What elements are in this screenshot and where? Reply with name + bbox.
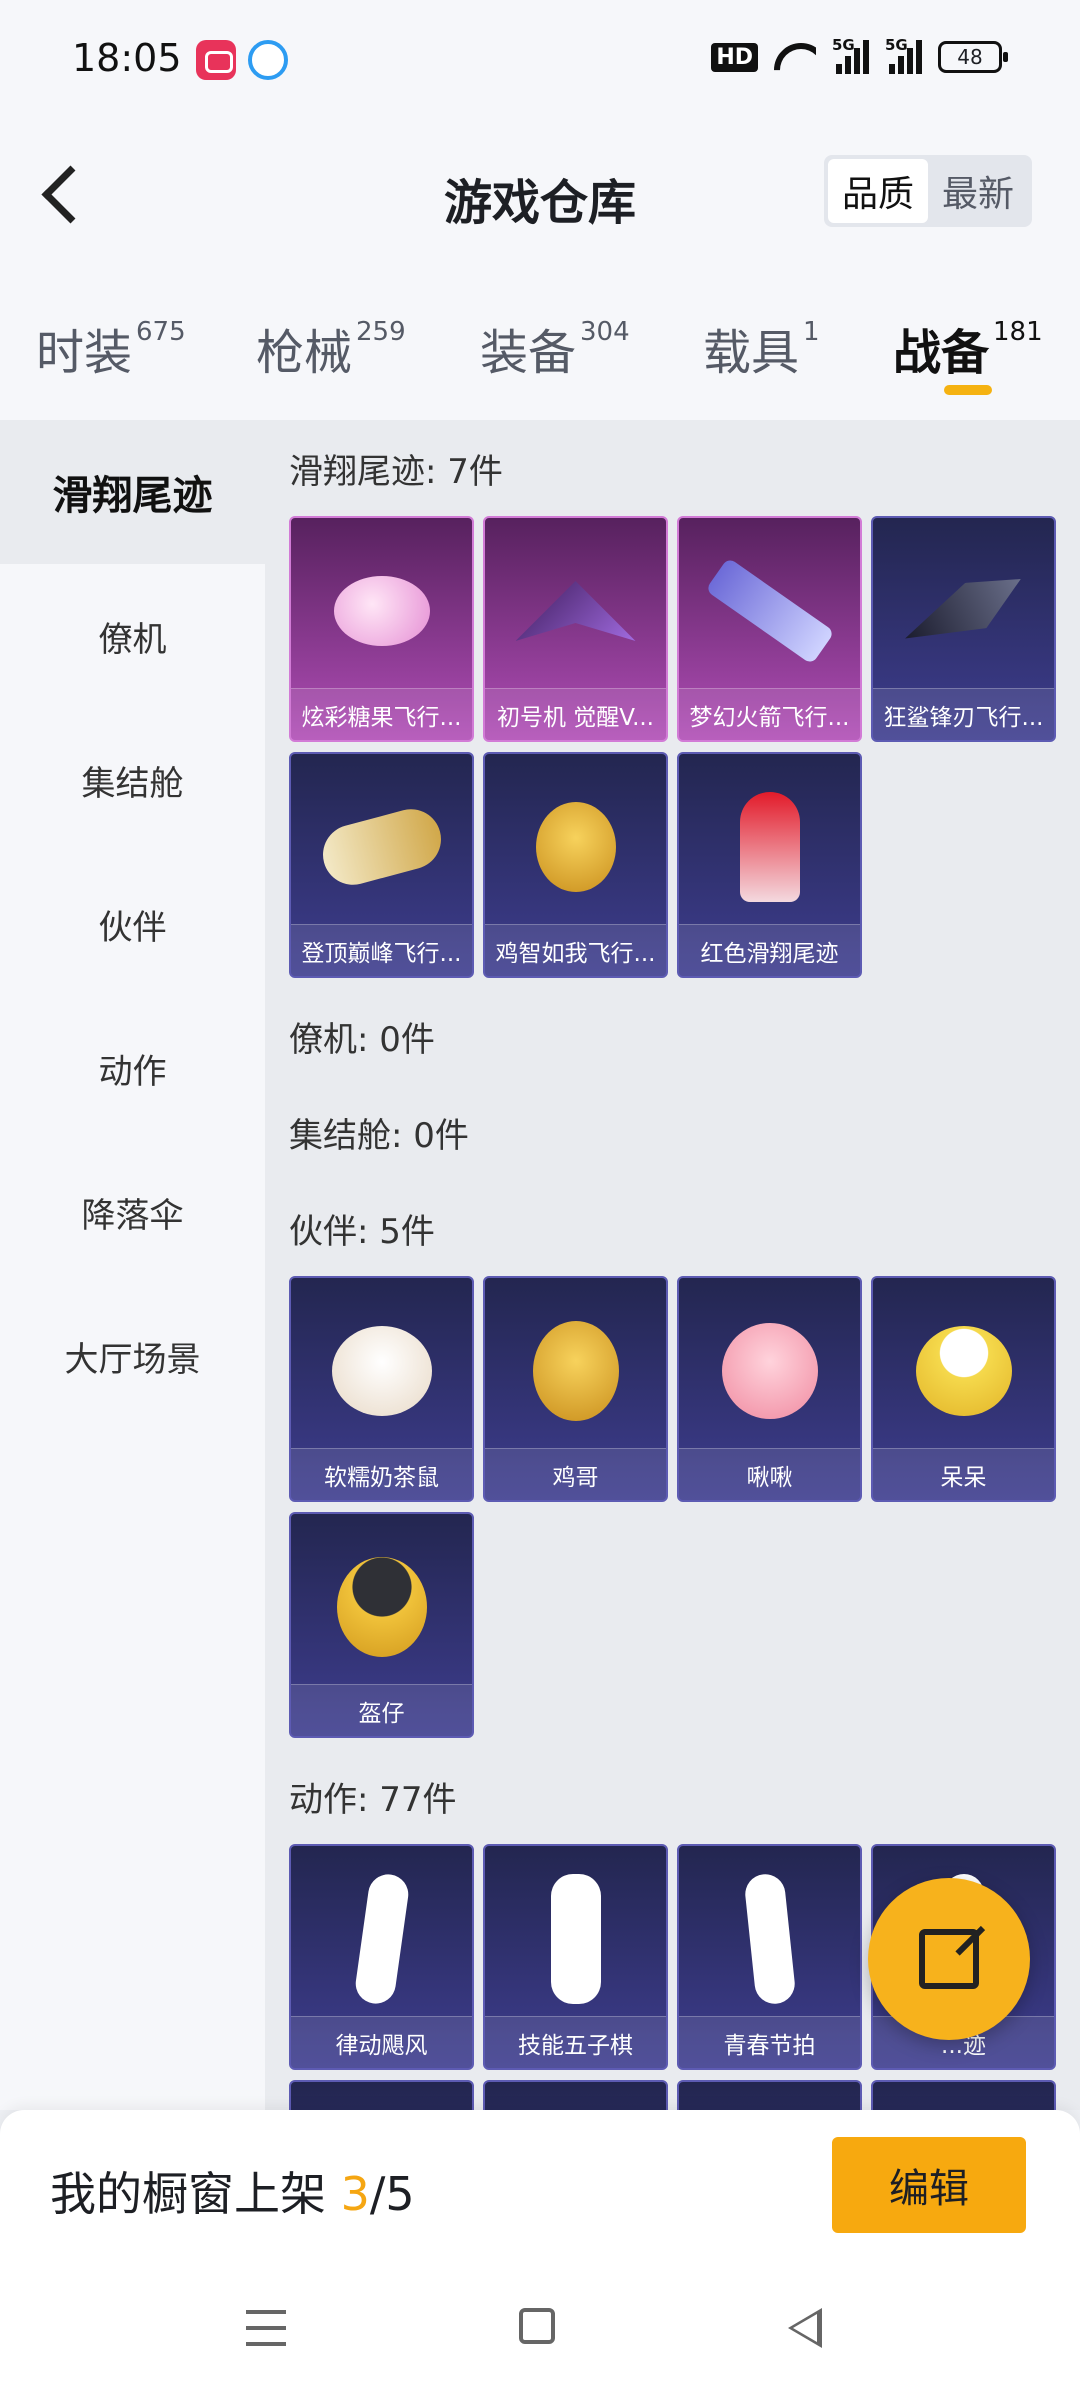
sidebar-item-glide-trail[interactable]: 滑翔尾迹 (0, 420, 265, 564)
sidebar-item-lobby-scene[interactable]: 大厅场景 (0, 1284, 265, 1428)
item-card[interactable]: 青春节拍 (677, 1844, 862, 2070)
item-name: 登顶巅峰飞行... (291, 924, 472, 976)
partner-grid: 软糯奶茶鼠 鸡哥 啾啾 呆呆 盔仔 (265, 1276, 1080, 1748)
shark-glider-image (873, 518, 1054, 704)
menu-icon[interactable] (246, 2310, 286, 2346)
status-bar: 18:05 HD 5G 5G 48 (0, 0, 1080, 125)
item-card[interactable] (677, 2080, 862, 2110)
section-title: 集结舱: 0件 (289, 1115, 469, 1156)
item-name: 律动飓风 (291, 2016, 472, 2068)
item-name: 啾啾 (679, 1448, 860, 1500)
item-name: 狂鲨锋刃飞行... (873, 688, 1054, 740)
item-name: 初号机 觉醒V... (485, 688, 666, 740)
wifi-icon (774, 41, 816, 73)
share-button[interactable] (868, 1878, 1030, 2040)
section-title: 动作: 77件 (289, 1779, 457, 1820)
tab-fashion[interactable]: 时装 675 (36, 313, 186, 383)
browser-notification-icon (248, 40, 288, 80)
chick-image (873, 1278, 1054, 1464)
sort-toggle: 品质 最新 (824, 155, 1032, 227)
item-card[interactable]: 鸡哥 (483, 1276, 668, 1502)
emote-figure-image (291, 2082, 472, 2110)
showcase-status: 我的橱窗上架 3/5 (50, 2167, 415, 2221)
item-name: 青春节拍 (679, 2016, 860, 2068)
back-icon[interactable] (788, 2308, 822, 2348)
section-title: 僚机: 0件 (289, 1019, 435, 1060)
chicken-image (485, 1278, 666, 1464)
item-card[interactable] (871, 2080, 1056, 2110)
item-card[interactable]: 呆呆 (871, 1276, 1056, 1502)
sidebar-item-emote[interactable]: 动作 (0, 996, 265, 1140)
item-name: 盔仔 (291, 1684, 472, 1736)
item-card[interactable]: 鸡智如我飞行... (483, 752, 668, 978)
edit-button[interactable]: 编辑 (832, 2137, 1026, 2233)
item-name: 鸡智如我飞行... (485, 924, 666, 976)
item-list: 滑翔尾迹: 7件 炫彩糖果飞行... 初号机 觉醒V... 梦幻火箭飞行... … (265, 420, 1080, 2110)
emote-figure-image (679, 2082, 860, 2110)
sidebar-item-parachute[interactable]: 降落伞 (0, 1140, 265, 1284)
signal-icon: 5G (832, 36, 869, 74)
signal-icon: 5G (885, 36, 922, 74)
section-title: 滑翔尾迹: 7件 (289, 451, 503, 492)
battery-icon: 48 (938, 41, 1008, 73)
item-name: 呆呆 (873, 1448, 1054, 1500)
hamster-image (291, 1278, 472, 1464)
item-card[interactable]: 红色滑翔尾迹 (677, 752, 862, 978)
app-notification-icon (196, 40, 236, 80)
sidebar-item-wingman[interactable]: 僚机 (0, 564, 265, 708)
emote-figure-image (485, 2082, 666, 2110)
item-card[interactable]: 软糯奶茶鼠 (289, 1276, 474, 1502)
sidebar: 滑翔尾迹 僚机 集结舱 伙伴 动作 降落伞 大厅场景 (0, 420, 265, 2110)
emote-figure-image (873, 2082, 1054, 2110)
item-name: 梦幻火箭飞行... (679, 688, 860, 740)
chicken-glider-image (485, 754, 666, 940)
sidebar-item-pod[interactable]: 集结舱 (0, 708, 265, 852)
tab-battle-prep[interactable]: 战备 181 (893, 313, 1043, 383)
helmet-chick-image (291, 1514, 472, 1700)
sort-latest-button[interactable]: 最新 (928, 159, 1028, 223)
item-card[interactable] (289, 2080, 474, 2110)
item-name: 鸡哥 (485, 1448, 666, 1500)
sidebar-item-partner[interactable]: 伙伴 (0, 852, 265, 996)
rocket-glider-image (679, 518, 860, 704)
system-nav-bar (0, 2260, 1080, 2400)
bird-image (679, 1278, 860, 1464)
item-name: 软糯奶茶鼠 (291, 1448, 472, 1500)
tab-equipment[interactable]: 装备 304 (480, 313, 630, 383)
item-card[interactable]: 啾啾 (677, 1276, 862, 1502)
header: 游戏仓库 品质 最新 (0, 125, 1080, 265)
item-card[interactable]: 律动飓风 (289, 1844, 474, 2070)
item-card[interactable] (483, 2080, 668, 2110)
share-icon (919, 1929, 979, 1989)
item-card[interactable]: 初号机 觉醒V... (483, 516, 668, 742)
category-tabs: 时装 675 枪械 259 装备 304 载具 1 战备 181 (0, 265, 1080, 420)
glide-trail-grid: 炫彩糖果飞行... 初号机 觉醒V... 梦幻火箭飞行... 狂鲨锋刃飞行...… (265, 516, 1080, 988)
peak-glider-image (291, 754, 472, 940)
item-name: 红色滑翔尾迹 (679, 924, 860, 976)
item-card[interactable]: 梦幻火箭飞行... (677, 516, 862, 742)
item-card[interactable]: 技能五子棋 (483, 1844, 668, 2070)
emote-figure-image (485, 1846, 666, 2032)
active-tab-indicator (944, 385, 992, 395)
item-name: 炫彩糖果飞行... (291, 688, 472, 740)
emote-figure-image (291, 1846, 472, 2032)
item-card[interactable]: 炫彩糖果飞行... (289, 516, 474, 742)
home-icon[interactable] (519, 2308, 555, 2344)
section-title: 伙伴: 5件 (289, 1211, 435, 1252)
showcase-bar: 我的橱窗上架 3/5 编辑 (0, 2110, 1080, 2260)
status-indicators: HD 5G 5G 48 (711, 36, 1008, 74)
item-name: 技能五子棋 (485, 2016, 666, 2068)
candy-glider-image (291, 518, 472, 704)
item-card[interactable]: 狂鲨锋刃飞行... (871, 516, 1056, 742)
sort-quality-button[interactable]: 品质 (828, 159, 928, 223)
tab-guns[interactable]: 枪械 259 (256, 313, 406, 383)
status-time: 18:05 (72, 36, 182, 80)
tab-vehicles[interactable]: 载具 1 (703, 313, 820, 383)
emote-figure-image (679, 1846, 860, 2032)
hd-icon: HD (711, 42, 758, 72)
red-trail-image (679, 754, 860, 940)
item-card[interactable]: 盔仔 (289, 1512, 474, 1738)
item-card[interactable]: 登顶巅峰飞行... (289, 752, 474, 978)
eva-glider-image (485, 518, 666, 704)
